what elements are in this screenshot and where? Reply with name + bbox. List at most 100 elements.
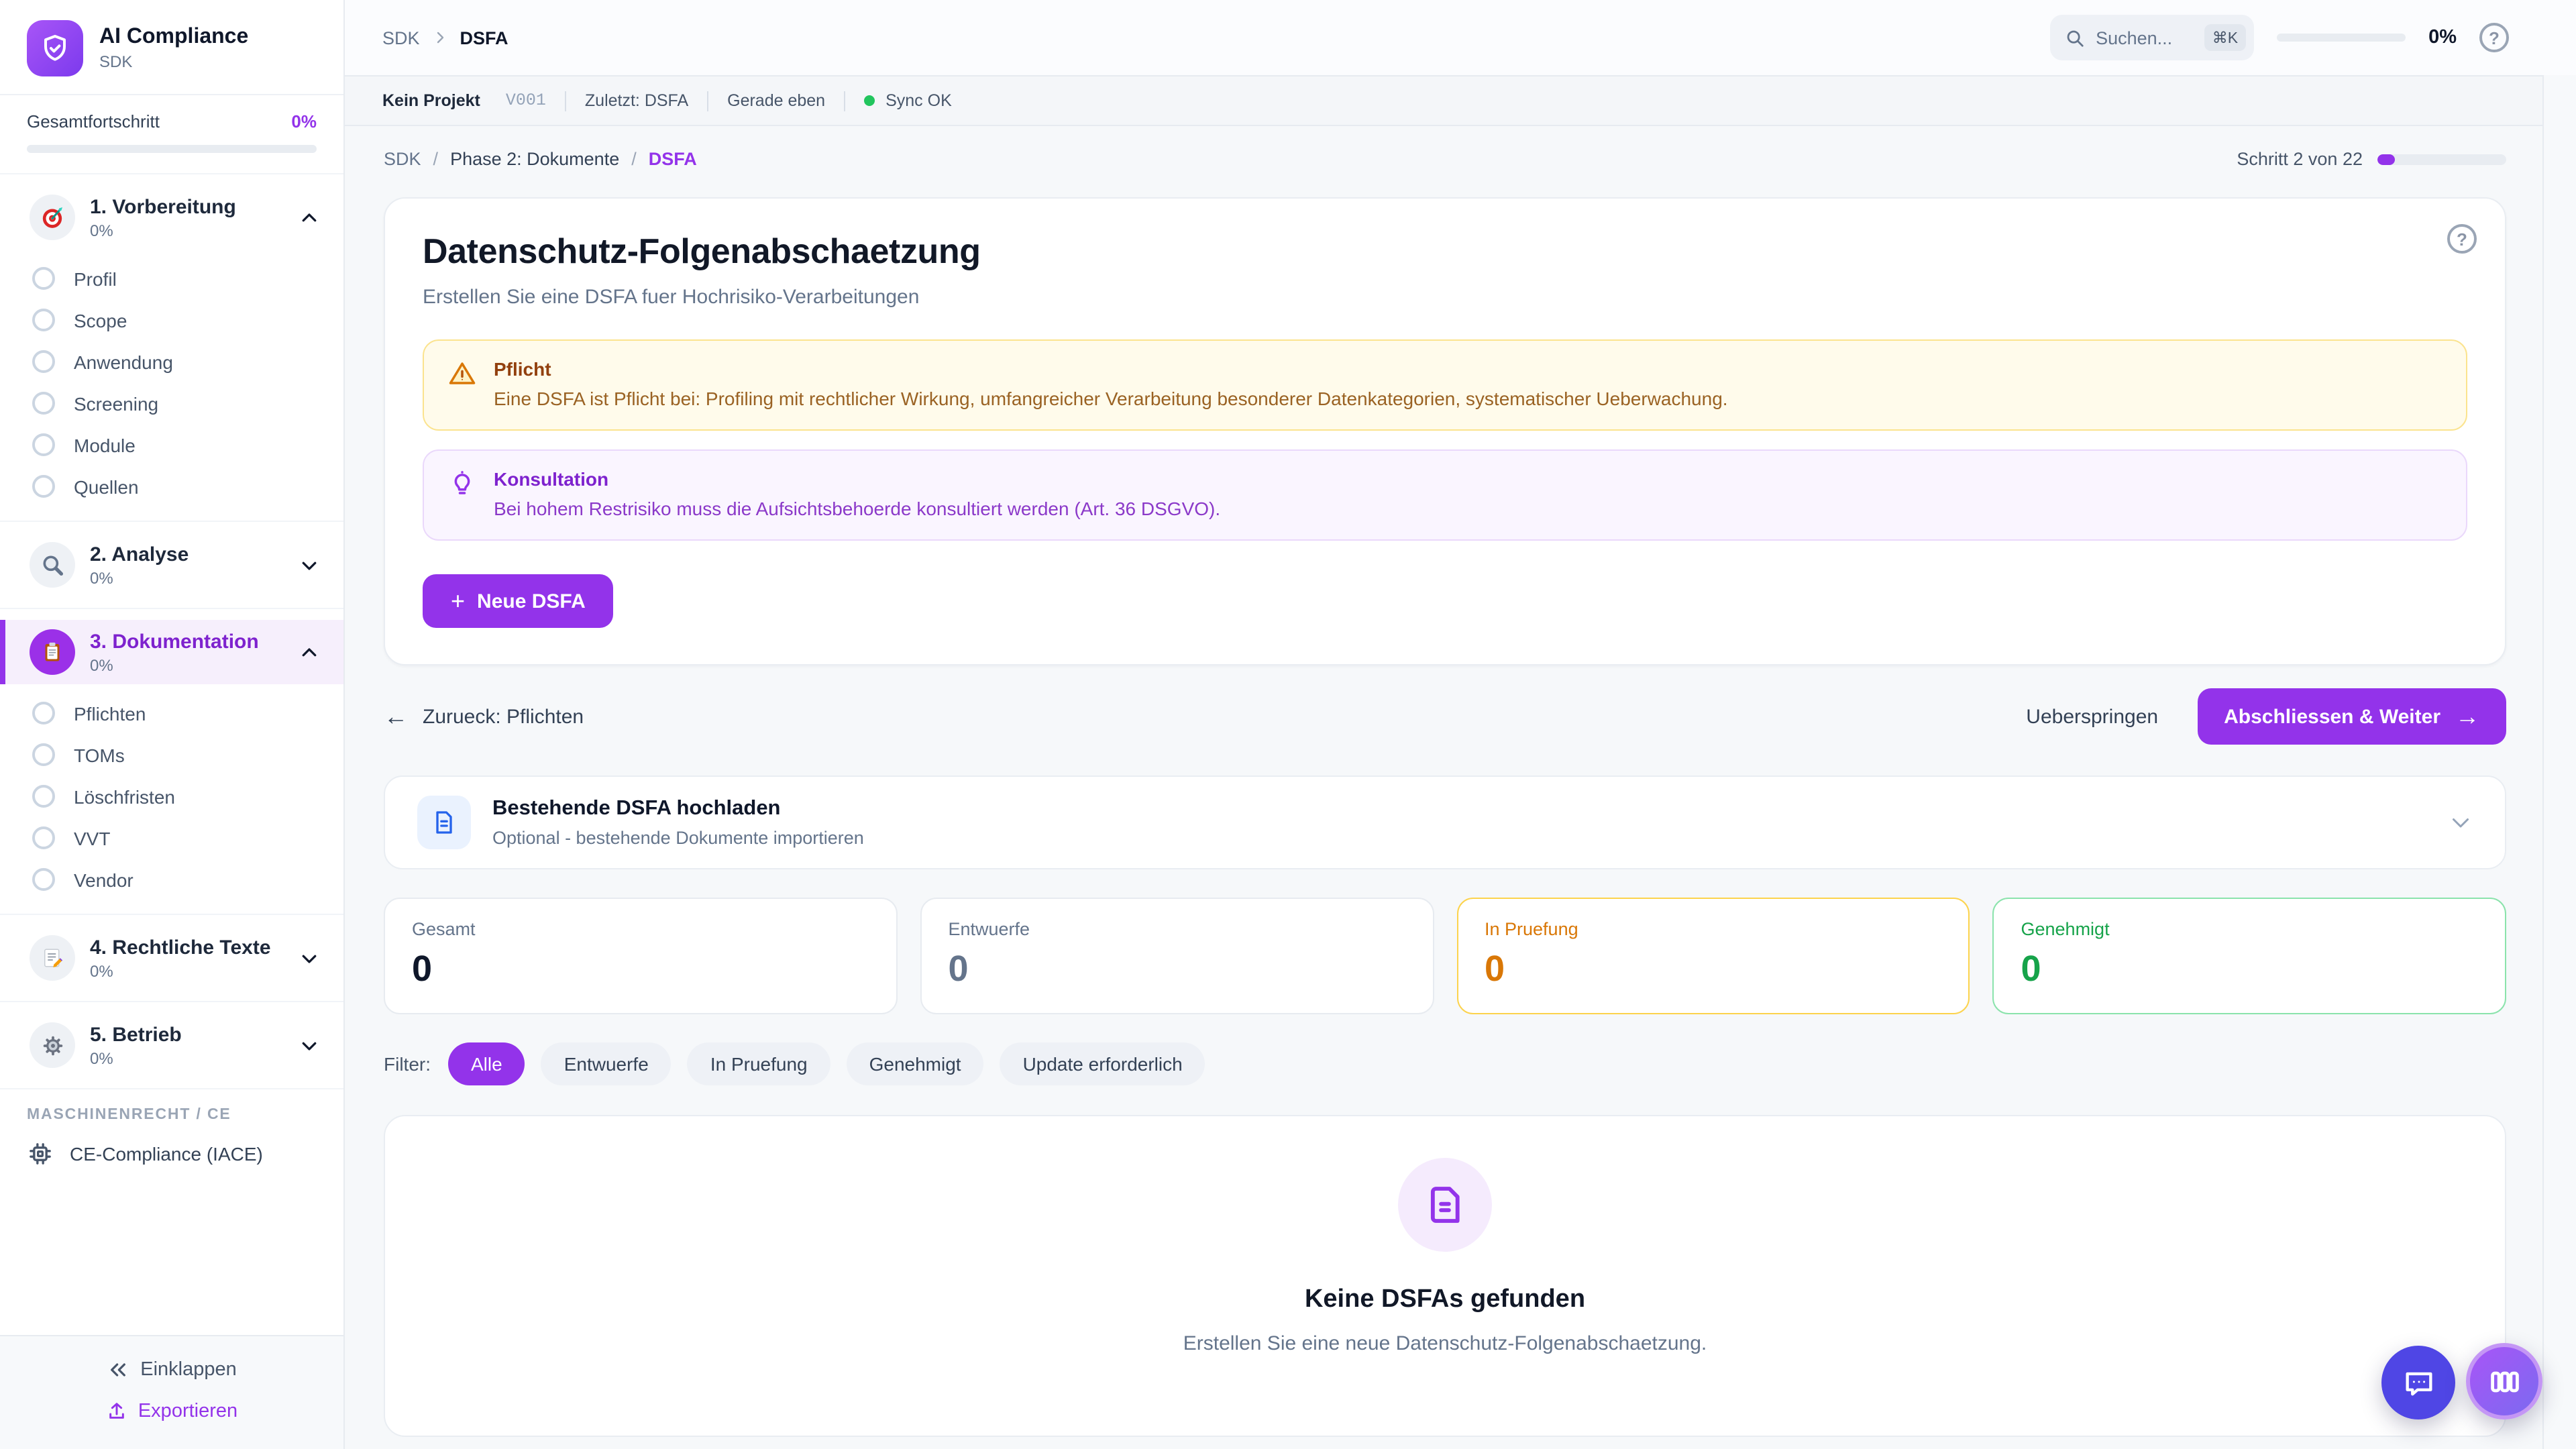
stat-card: Entwuerfe 0 — [920, 898, 1434, 1014]
sidebar-item-anwendung[interactable]: Anwendung — [0, 341, 343, 382]
warning-triangle-icon — [448, 360, 476, 409]
chevron-down-icon[interactable] — [2449, 810, 2473, 835]
sidebar-item-quellen[interactable]: Quellen — [0, 466, 343, 507]
shield-check-icon — [27, 20, 83, 76]
section-percent: 0% — [90, 1049, 182, 1067]
upload-existing-dsfa-panel[interactable]: Bestehende DSFA hochladen Optional - bes… — [384, 775, 2506, 869]
sidebar-item-toms[interactable]: TOMs — [0, 734, 343, 775]
sidebar-item-scope[interactable]: Scope — [0, 299, 343, 341]
filter-row: Filter: AlleEntwuerfeIn PruefungGenehmig… — [384, 1042, 2506, 1085]
last-activity: Zuletzt: DSFA — [585, 91, 688, 110]
filter-chip[interactable]: Entwuerfe — [541, 1042, 672, 1085]
stat-label: Entwuerfe — [949, 919, 1406, 939]
alert-title: Pflicht — [494, 358, 1728, 380]
sidebar-item-vvt[interactable]: VVT — [0, 817, 343, 859]
upload-icon — [106, 1401, 127, 1422]
sidebar-item-label: Scope — [74, 309, 127, 331]
overall-progress-label: Gesamtfortschritt — [27, 111, 160, 131]
sidebar-item-pflichten[interactable]: Pflichten — [0, 692, 343, 734]
project-status: Kein Projekt — [382, 91, 480, 110]
lightbulb-icon — [448, 470, 476, 519]
search-shortcut-badge: ⌘K — [2204, 24, 2246, 51]
radio-circle-icon — [32, 743, 55, 766]
filter-chip[interactable]: Alle — [448, 1042, 525, 1085]
sidebar-item-label: Profil — [74, 268, 117, 289]
section-percent: 0% — [90, 221, 236, 239]
sidebar-item-vendor[interactable]: Vendor — [0, 859, 343, 900]
breadcrumb-current: DSFA — [460, 28, 508, 48]
sidebar-section-header[interactable]: 4. Rechtliche Texte 0% — [0, 926, 343, 990]
sidebar-item-module[interactable]: Module — [0, 424, 343, 466]
filter-chip[interactable]: Update erforderlich — [1000, 1042, 1205, 1085]
chevron-down-icon — [299, 1035, 319, 1055]
page-breadcrumb-root[interactable]: SDK — [384, 149, 421, 169]
new-dsfa-button[interactable]: + Neue DSFA — [423, 574, 614, 628]
status-bar: Kein Projekt V001 Zuletzt: DSFA Gerade e… — [345, 75, 2542, 126]
page-breadcrumb-phase[interactable]: Phase 2: Dokumente — [450, 149, 619, 169]
sidebar-item-screening[interactable]: Screening — [0, 382, 343, 424]
step-label: Schritt 2 von 22 — [2237, 149, 2363, 169]
back-button[interactable]: ← Zurueck: Pflichten — [384, 704, 584, 729]
sidebar-item-label: Anwendung — [74, 351, 173, 372]
filter-chip[interactable]: In Pruefung — [688, 1042, 830, 1085]
section-label: 4. Rechtliche Texte — [90, 936, 271, 959]
app-title: AI Compliance — [99, 25, 248, 50]
sidebar-item-l-schfristen[interactable]: Löschfristen — [0, 775, 343, 817]
sidebar-item-label: Löschfristen — [74, 786, 175, 807]
skip-button[interactable]: Ueberspringen — [2007, 692, 2177, 741]
sidebar-item-label: Pflichten — [74, 702, 146, 724]
sidebar-item-ce-compliance[interactable]: CE-Compliance (IACE) — [0, 1128, 343, 1185]
alert-konsultation: Konsultation Bei hohem Restrisiko muss d… — [423, 449, 2467, 541]
chevron-down-icon — [299, 948, 319, 968]
radio-circle-icon — [32, 267, 55, 290]
topbar-progress-value: 0% — [2428, 27, 2457, 48]
breadcrumb: SDK DSFA — [382, 28, 508, 48]
sidebar-item-label: Screening — [74, 392, 158, 414]
empty-state-subtitle: Erstellen Sie eine neue Datenschutz-Folg… — [1183, 1332, 1707, 1355]
sidebar-footer: Einklappen Exportieren — [0, 1335, 343, 1449]
chat-fab-button[interactable] — [2381, 1346, 2455, 1419]
page-title: Datenschutz-Folgenabschaetzung — [423, 231, 2467, 272]
search-placeholder: Suchen... — [2096, 28, 2194, 48]
kanban-fab-button[interactable] — [2466, 1343, 2542, 1419]
target-icon — [30, 195, 75, 240]
help-icon[interactable]: ? — [2479, 23, 2509, 52]
sidebar-section-header[interactable]: 3. Dokumentation 0% — [0, 620, 343, 684]
last-saved-time: Gerade eben — [727, 91, 825, 110]
sidebar-section: 5. Betrieb 0% — [0, 1001, 343, 1088]
finish-next-button[interactable]: Abschliessen & Weiter → — [2197, 688, 2506, 745]
export-label: Exportieren — [138, 1401, 237, 1422]
chevrons-left-icon — [107, 1359, 128, 1381]
sidebar-section-header[interactable]: 2. Analyse 0% — [0, 533, 343, 597]
radio-circle-icon — [32, 309, 55, 331]
section-percent: 0% — [90, 655, 259, 674]
sidebar-section: 1. Vorbereitung 0% Profil Scope Anwendun… — [0, 173, 343, 521]
sidebar-section-header[interactable]: 1. Vorbereitung 0% — [0, 185, 343, 250]
card-help-icon[interactable]: ? — [2447, 224, 2477, 254]
stat-value: 0 — [1485, 949, 1942, 990]
sidebar-item-profil[interactable]: Profil — [0, 258, 343, 299]
ce-section-label: MASCHINENRECHT / CE — [0, 1088, 343, 1128]
radio-circle-icon — [32, 392, 55, 415]
columns-icon — [2487, 1364, 2522, 1399]
sidebar-item-label: VVT — [74, 827, 110, 849]
topbar: SDK DSFA Suchen... ⌘K 0% ? — [345, 0, 2576, 75]
search-input[interactable]: Suchen... ⌘K — [2050, 15, 2254, 60]
overall-progress: Gesamtfortschritt 0% — [0, 94, 343, 173]
scrollbar-track[interactable] — [2542, 75, 2576, 1449]
section-percent: 0% — [90, 961, 271, 980]
stat-label: In Pruefung — [1485, 919, 1942, 939]
sidebar-item-label: Module — [74, 434, 136, 455]
breadcrumb-root[interactable]: SDK — [382, 28, 420, 48]
alert-text: Eine DSFA ist Pflicht bei: Profiling mit… — [494, 388, 1728, 409]
upload-title: Bestehende DSFA hochladen — [492, 797, 864, 821]
app-brand: AI Compliance SDK — [0, 0, 343, 94]
filter-chip[interactable]: Genehmigt — [847, 1042, 984, 1085]
collapse-sidebar-button[interactable]: Einklappen — [107, 1359, 237, 1381]
export-button[interactable]: Exportieren — [106, 1401, 237, 1422]
version-badge: V001 — [506, 91, 546, 110]
sidebar-section-header[interactable]: 5. Betrieb 0% — [0, 1013, 343, 1077]
page-content: SDK / Phase 2: Dokumente / DSFA Schritt … — [345, 126, 2542, 1449]
stat-label: Genehmigt — [2021, 919, 2479, 939]
sidebar-section: 3. Dokumentation 0% Pflichten TOMs Lösch… — [0, 608, 343, 914]
